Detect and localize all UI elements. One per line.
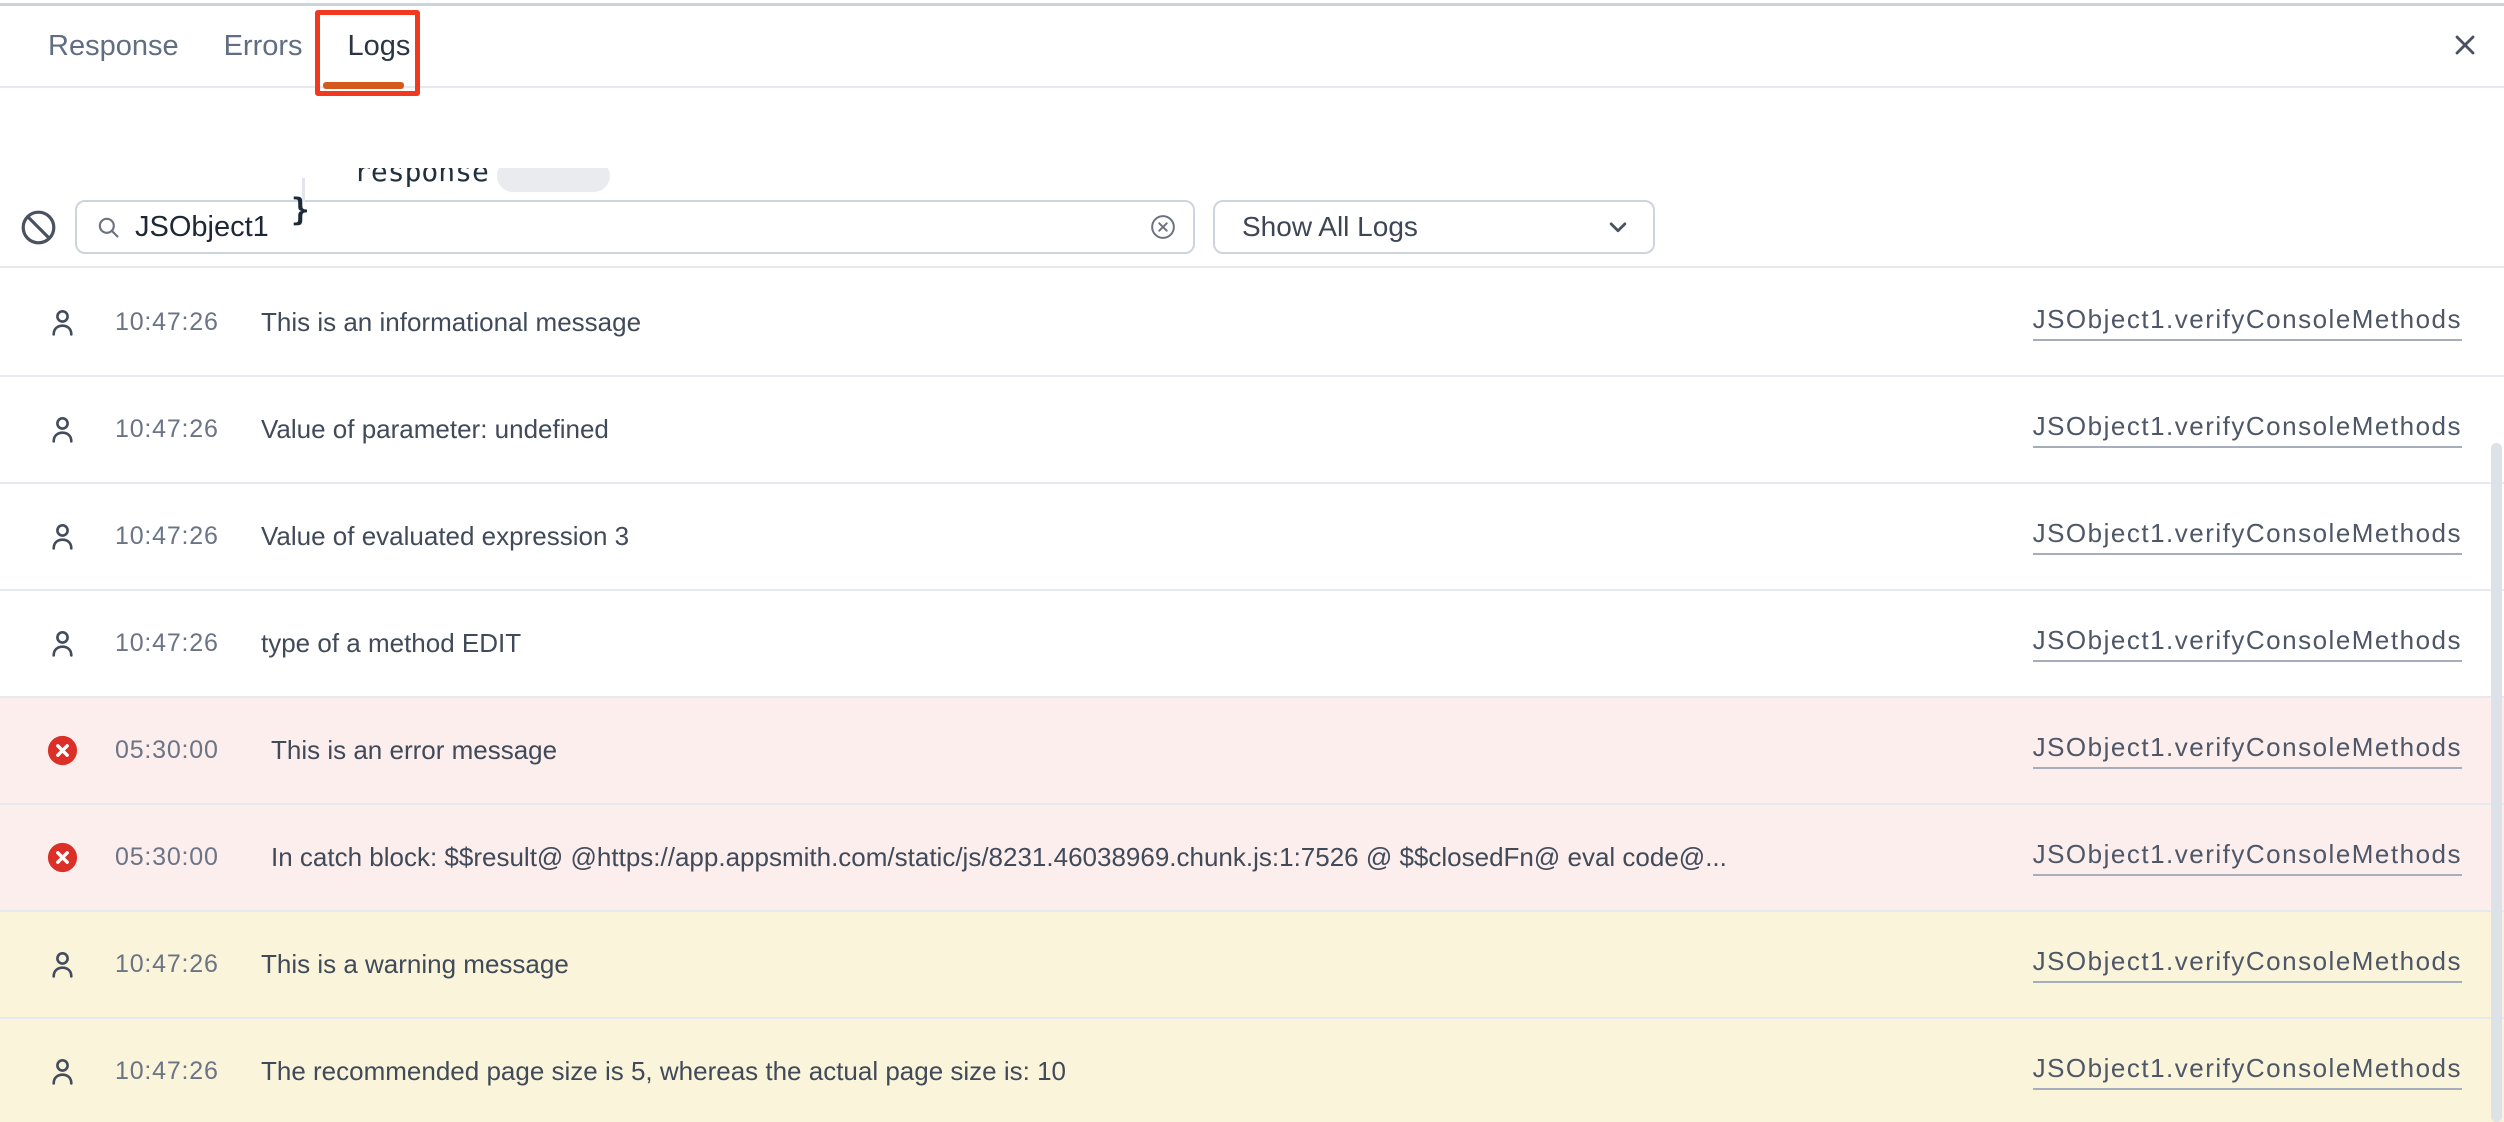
log-row[interactable]: 10:47:26 This is a warning message JSObj… xyxy=(0,912,2504,1019)
log-source-entity-link[interactable]: JSObject1.verifyConsoleMethods xyxy=(2033,518,2462,555)
log-row[interactable]: 05:30:00 This is an error message JSObje… xyxy=(0,698,2504,805)
log-row[interactable]: 10:47:26 Value of evaluated expression 3… xyxy=(0,484,2504,591)
log-row[interactable]: 10:47:26 type of a method EDIT JSObject1… xyxy=(0,591,2504,698)
log-timestamp: 10:47:26 xyxy=(115,1057,233,1086)
code-key-label: response xyxy=(354,168,489,188)
user-icon xyxy=(46,627,79,660)
log-message: This is an error message xyxy=(261,735,2003,766)
log-message: This is a warning message xyxy=(261,949,2003,980)
log-source-entity-link[interactable]: JSObject1.verifyConsoleMethods xyxy=(2033,625,2462,662)
user-icon xyxy=(46,1055,79,1088)
log-timestamp: 10:47:26 xyxy=(115,308,233,337)
log-message: This is an informational message xyxy=(261,307,2003,338)
log-timestamp: 05:30:00 xyxy=(115,736,233,765)
log-source-entity-link[interactable]: JSObject1.verifyConsoleMethods xyxy=(2033,411,2462,448)
log-source-entity-link[interactable]: JSObject1.verifyConsoleMethods xyxy=(2033,946,2462,983)
user-icon xyxy=(46,948,79,981)
log-row[interactable]: 10:47:26 This is an informational messag… xyxy=(0,270,2504,377)
log-timestamp: 10:47:26 xyxy=(115,629,233,658)
log-timestamp: 10:47:26 xyxy=(115,522,233,551)
close-panel-button[interactable] xyxy=(2446,26,2484,64)
tab-bar: Response Errors Logs xyxy=(0,6,2504,88)
tab-logs[interactable]: Logs xyxy=(348,6,411,86)
log-message: Value of parameter: undefined xyxy=(261,414,2003,445)
error-circle-icon xyxy=(46,841,79,874)
user-icon xyxy=(46,520,79,553)
log-row[interactable]: 10:47:26 The recommended page size is 5,… xyxy=(0,1019,2504,1122)
code-closing-brace: } xyxy=(291,192,310,228)
log-message: The recommended page size is 5, whereas … xyxy=(261,1056,2003,1087)
log-message: type of a method EDIT xyxy=(261,628,2003,659)
log-source-entity-link[interactable]: JSObject1.verifyConsoleMethods xyxy=(2033,1053,2462,1090)
filter-bar: Show All Logs xyxy=(0,88,2504,168)
log-timestamp: 10:47:26 xyxy=(115,415,233,444)
log-source-entity-link[interactable]: JSObject1.verifyConsoleMethods xyxy=(2033,839,2462,876)
log-row[interactable]: 10:47:26 Value of parameter: undefined J… xyxy=(0,377,2504,484)
clipped-log-entry[interactable]: response } xyxy=(0,168,2504,268)
user-icon xyxy=(46,413,79,446)
error-circle-icon xyxy=(46,734,79,767)
tab-errors[interactable]: Errors xyxy=(224,6,303,86)
log-list: 10:47:26 This is an informational messag… xyxy=(0,270,2504,1122)
log-message: In catch block: $$result@ @https://app.a… xyxy=(261,842,2003,873)
debugger-panel: Response Errors Logs xyxy=(0,0,2504,1122)
log-source-entity-link[interactable]: JSObject1.verifyConsoleMethods xyxy=(2033,304,2462,341)
log-timestamp: 10:47:26 xyxy=(115,950,233,979)
log-source-entity-link[interactable]: JSObject1.verifyConsoleMethods xyxy=(2033,732,2462,769)
log-row[interactable]: 05:30:00 In catch block: $$result@ @http… xyxy=(0,805,2504,912)
user-icon xyxy=(46,306,79,339)
log-timestamp: 05:30:00 xyxy=(115,843,233,872)
value-pill xyxy=(497,168,610,192)
tab-response[interactable]: Response xyxy=(48,6,179,86)
log-message: Value of evaluated expression 3 xyxy=(261,521,2003,552)
vertical-scrollbar[interactable] xyxy=(2491,443,2502,1122)
close-icon xyxy=(2449,29,2481,61)
